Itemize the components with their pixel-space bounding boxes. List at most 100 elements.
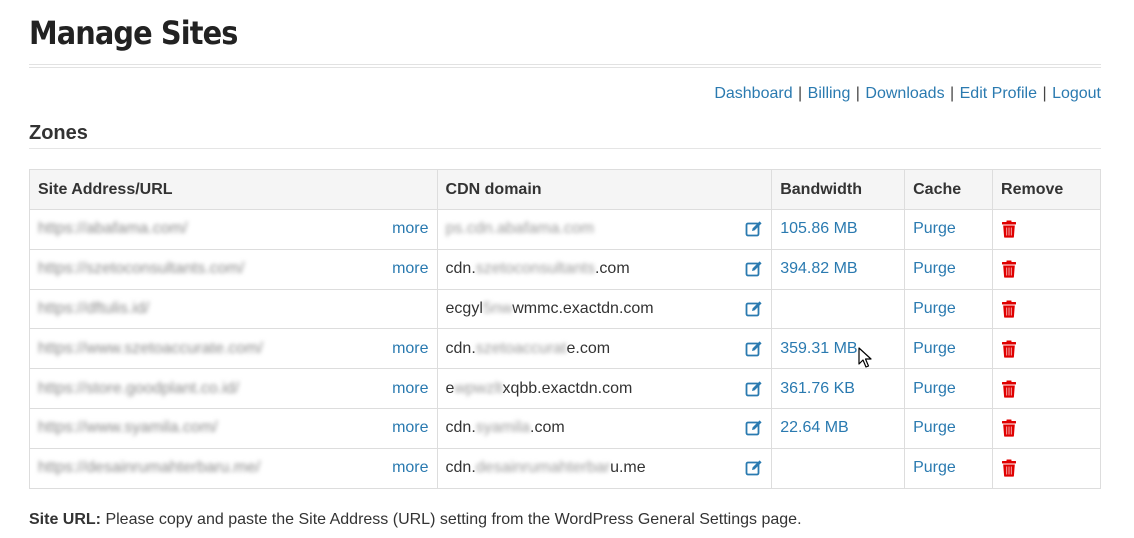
cdn-domain-text: cdn.desainrumahterbaru.me	[446, 459, 646, 476]
cdn-domain-prefix: cdn.	[445, 459, 476, 477]
title-divider	[29, 64, 1101, 68]
zones-table: Site Address/URL CDN domain Bandwidth Ca…	[29, 169, 1101, 489]
bandwidth-link[interactable]: 359.31 MB	[780, 340, 857, 357]
edit-icon[interactable]	[745, 459, 763, 477]
header-bandwidth: Bandwidth	[771, 169, 906, 210]
nav-separator: |	[798, 85, 803, 102]
cdn-domain-redacted: szetoaccurat	[475, 339, 567, 357]
table-row: https://szetoconsultants.com/more cdn.sze…	[29, 248, 1101, 290]
cdn-domain-text: cdn.szetoconsultants.com	[446, 260, 630, 277]
bandwidth-cell	[771, 447, 906, 489]
site-address-cell: https://abafama.com/more	[29, 209, 438, 250]
site-address-text: https://www.syamila.com/	[38, 419, 218, 437]
cache-cell: Purge	[904, 368, 994, 409]
cdn-domain-suffix: u.me	[610, 459, 646, 477]
bandwidth-cell: 22.64 MB	[771, 407, 906, 449]
purge-link[interactable]: Purge	[913, 380, 956, 397]
trash-icon[interactable]	[1001, 260, 1017, 278]
more-link[interactable]: more	[392, 220, 428, 238]
cdn-domain-cell: cdn.desainrumahterbaru.me	[436, 447, 773, 489]
trash-icon[interactable]	[1001, 419, 1017, 437]
nav-dashboard-link[interactable]: Dashboard	[714, 85, 792, 102]
more-link[interactable]: more	[392, 459, 428, 477]
edit-icon[interactable]	[745, 380, 763, 398]
site-address-cell: https://dftulis.id/	[29, 288, 438, 330]
nav-edit-profile-link[interactable]: Edit Profile	[960, 85, 1037, 102]
site-address-text: https://abafama.com/	[38, 220, 188, 238]
site-address-text: https://store.goodplant.co.id/	[38, 379, 240, 397]
more-link[interactable]: more	[392, 419, 428, 437]
nav-separator: |	[855, 85, 860, 102]
zones-table-body: https://abafama.com/more ps.cdn.abafama.c…	[29, 209, 1101, 489]
site-address-cell: https://store.goodplant.co.id/more	[29, 368, 438, 409]
site-address-cell: https://www.syamila.com/more	[29, 407, 438, 449]
site-url-note-text: Please copy and paste the Site Address (…	[101, 511, 802, 528]
edit-icon[interactable]	[745, 300, 763, 318]
cdn-domain-cell: ewpwzltxqbb.exactdn.com	[436, 368, 773, 409]
cdn-domain-cell: ps.cdn.abafama.com	[436, 209, 773, 250]
cache-cell: Purge	[904, 248, 994, 290]
site-address-text: https://www.szetoaccurate.com/	[38, 339, 263, 357]
purge-link[interactable]: Purge	[913, 340, 956, 357]
purge-link[interactable]: Purge	[913, 459, 956, 476]
more-link[interactable]: more	[392, 340, 428, 358]
trash-icon[interactable]	[1001, 340, 1017, 358]
purge-link[interactable]: Purge	[913, 260, 956, 277]
remove-cell	[992, 209, 1101, 250]
bandwidth-cell: 361.76 KB	[771, 368, 906, 409]
nav-separator: |	[1042, 85, 1047, 102]
purge-link[interactable]: Purge	[913, 419, 956, 436]
mouse-pointer-icon	[858, 347, 872, 368]
bandwidth-link[interactable]: 22.64 MB	[780, 419, 848, 436]
cdn-domain-redacted: 5nw	[482, 299, 513, 317]
bandwidth-link[interactable]: 394.82 MB	[780, 260, 857, 277]
bandwidth-link[interactable]: 361.76 KB	[780, 380, 855, 397]
trash-icon[interactable]	[1001, 380, 1017, 398]
cdn-domain-prefix: ecgyl	[445, 299, 483, 317]
nav-downloads-link[interactable]: Downloads	[865, 85, 944, 102]
cdn-domain-redacted: wpwzlt	[454, 379, 503, 397]
header-cdn-domain: CDN domain	[436, 169, 773, 210]
cdn-domain-cell: cdn.syamila.com	[436, 407, 773, 449]
zones-heading: Zones	[29, 122, 88, 144]
cdn-domain-suffix: e.com	[566, 339, 611, 357]
cdn-domain-text: ewpwzltxqbb.exactdn.com	[446, 380, 633, 397]
remove-cell	[992, 407, 1101, 449]
edit-icon[interactable]	[745, 220, 763, 238]
bandwidth-cell: 359.31 MB	[771, 328, 906, 370]
table-row: https://store.goodplant.co.id/more ewpwzl…	[29, 368, 1101, 409]
cache-cell: Purge	[904, 447, 994, 489]
cache-cell: Purge	[904, 407, 994, 449]
site-address-text: https://szetoconsultants.com/	[38, 260, 245, 278]
table-row: https://desainrumahterbaru.me/more cdn.de…	[29, 447, 1101, 489]
more-link[interactable]: more	[392, 260, 428, 278]
site-address-cell: https://desainrumahterbaru.me/more	[29, 447, 438, 489]
cdn-domain-redacted: szetoconsultants	[475, 260, 595, 278]
cache-cell: Purge	[904, 288, 994, 330]
more-link[interactable]: more	[392, 380, 428, 398]
cdn-domain-redacted: desainrumahterbar	[475, 459, 611, 477]
trash-icon[interactable]	[1001, 459, 1017, 477]
cdn-domain-cell: cdn.szetoconsultants.com	[436, 248, 773, 290]
nav-billing-link[interactable]: Billing	[808, 85, 851, 102]
bandwidth-link[interactable]: 105.86 MB	[780, 220, 857, 237]
nav-separator: |	[950, 85, 955, 102]
cdn-domain-text: cdn.szetoaccurate.com	[446, 340, 611, 357]
edit-icon[interactable]	[745, 419, 763, 437]
remove-cell	[992, 248, 1101, 290]
trash-icon[interactable]	[1001, 300, 1017, 318]
cdn-domain-prefix: cdn.	[445, 339, 476, 357]
cache-cell: Purge	[904, 328, 994, 370]
nav-logout-link[interactable]: Logout	[1052, 85, 1101, 102]
edit-icon[interactable]	[745, 340, 763, 358]
cache-cell: Purge	[904, 209, 994, 250]
purge-link[interactable]: Purge	[913, 300, 956, 317]
bandwidth-cell: 105.86 MB	[771, 209, 906, 250]
purge-link[interactable]: Purge	[913, 220, 956, 237]
trash-icon[interactable]	[1001, 220, 1017, 238]
edit-icon[interactable]	[745, 260, 763, 278]
header-remove: Remove	[992, 169, 1101, 210]
remove-cell	[992, 368, 1101, 409]
header-cache: Cache	[904, 169, 994, 210]
site-address-cell: https://szetoconsultants.com/more	[29, 248, 438, 290]
